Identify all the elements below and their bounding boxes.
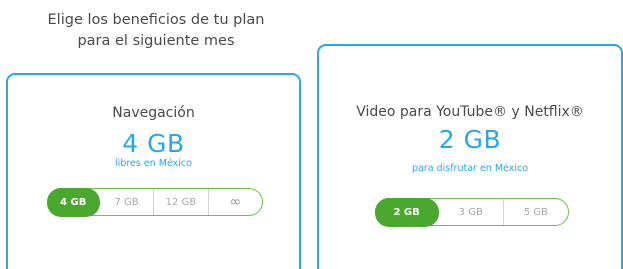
card-amount: 2 GB [438,125,502,154]
card-title: Video para YouTube® y Netflix® [356,104,584,120]
benefits-heading: Elige los beneficios de tu plan para el … [6,10,306,52]
card-amount: 4 GB [122,129,185,158]
option-2gb[interactable]: 2 GB [374,197,439,227]
card-title: Navegación [112,105,195,121]
card-subtitle: libres en México [115,158,192,169]
option-3gb[interactable]: 3 GB [439,199,503,225]
heading-line-1: Elige los beneficios de tu plan [47,12,265,28]
heading-line-2: para el siguiente mes [77,33,235,49]
video-amount-selector: 2 GB 3 GB 5 GB [374,197,569,227]
video-card: Video para YouTube® y Netflix® 2 GB para… [317,44,623,269]
option-7gb[interactable]: 7 GB [100,189,153,215]
option-4gb[interactable]: 4 GB [46,187,100,217]
option-5gb[interactable]: 5 GB [502,199,568,225]
navigation-card: Navegación 4 GB libres en México 4 GB 7 … [6,73,301,269]
card-subtitle: para disfrutar en México [411,163,529,174]
option-12gb[interactable]: 12 GB [153,189,207,215]
option-unlimited[interactable]: ∞ [207,189,262,215]
data-amount-selector: 4 GB 7 GB 12 GB ∞ [46,187,263,217]
